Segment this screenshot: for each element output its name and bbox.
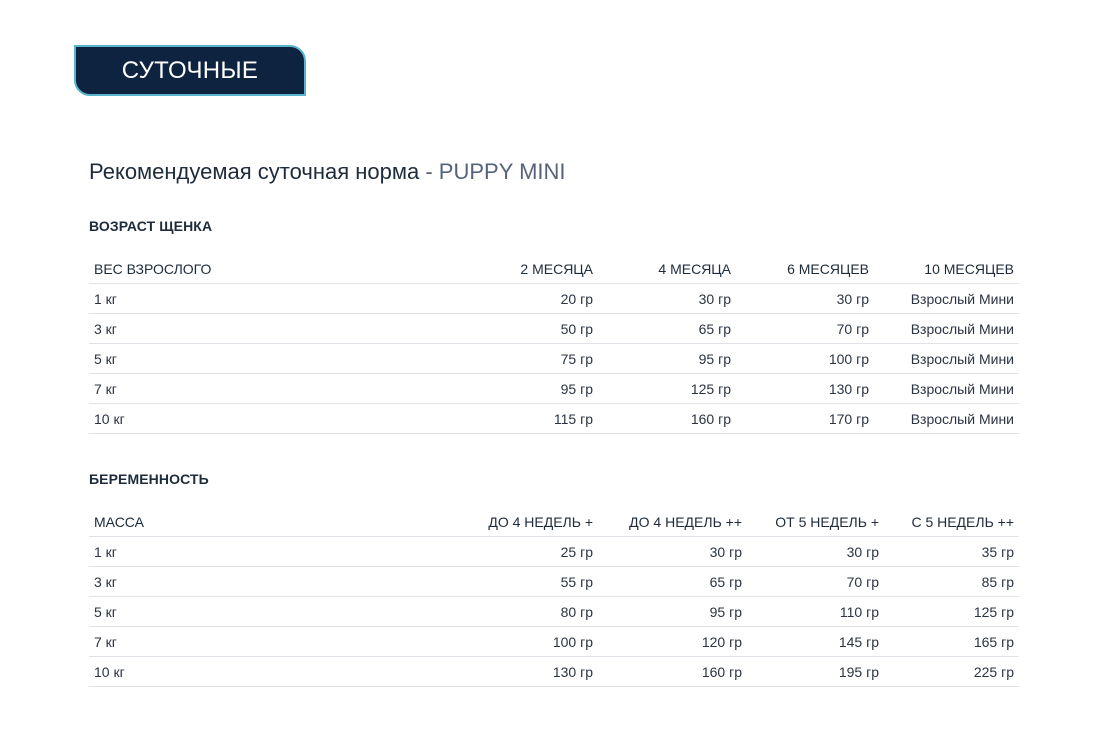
table-cell: 120 гр [598, 626, 747, 657]
column-header: 10 МЕСЯЦЕВ [874, 255, 1019, 284]
table-cell: 7 кг [89, 373, 379, 404]
table-header-row: МАССА ДО 4 НЕДЕЛЬ + ДО 4 НЕДЕЛЬ ++ ОТ 5 … [89, 508, 1019, 537]
table-cell: 65 гр [598, 566, 747, 597]
table-cell: 125 гр [598, 373, 736, 404]
table-cell: 80 гр [379, 596, 598, 627]
column-header: 4 МЕСЯЦА [598, 255, 736, 284]
column-header: 6 МЕСЯЦЕВ [736, 255, 874, 284]
table-row: 10 кг 115 гр 160 гр 170 гр Взрослый Мини [89, 403, 1019, 434]
page-title: Рекомендуемая суточная норма - PUPPY MIN… [89, 159, 566, 185]
table-cell: 35 гр [884, 536, 1019, 567]
table-cell: 50 гр [379, 313, 598, 344]
table-cell: 70 гр [747, 566, 884, 597]
table-cell: 160 гр [598, 403, 736, 434]
table-cell: 3 кг [89, 313, 379, 344]
table-cell: Взрослый Мини [874, 313, 1019, 344]
pregnancy-table: МАССА ДО 4 НЕДЕЛЬ + ДО 4 НЕДЕЛЬ ++ ОТ 5 … [89, 508, 1019, 687]
table-cell: 165 гр [884, 626, 1019, 657]
table-cell: Взрослый Мини [874, 403, 1019, 434]
table-cell: 3 кг [89, 566, 379, 597]
table-row: 1 кг 25 гр 30 гр 30 гр 35 гр [89, 536, 1019, 567]
column-header: ВЕС ВЗРОСЛОГО [89, 255, 379, 284]
table-cell: 55 гр [379, 566, 598, 597]
daily-tab[interactable]: СУТОЧНЫЕ [74, 45, 306, 96]
column-header: ДО 4 НЕДЕЛЬ ++ [598, 508, 747, 537]
table-cell: 110 гр [747, 596, 884, 627]
daily-tab-label: СУТОЧНЫЕ [121, 56, 259, 84]
table-cell: 10 кг [89, 656, 379, 687]
table-row: 3 кг 50 гр 65 гр 70 гр Взрослый Мини [89, 313, 1019, 344]
page-title-separator: - [419, 159, 439, 184]
table-cell: 195 гр [747, 656, 884, 687]
table-cell: 10 кг [89, 403, 379, 434]
table-cell: 100 гр [379, 626, 598, 657]
page-title-main: Рекомендуемая суточная норма [89, 159, 420, 184]
column-header: С 5 НЕДЕЛЬ ++ [884, 508, 1019, 537]
table-row: 1 кг 20 гр 30 гр 30 гр Взрослый Мини [89, 283, 1019, 314]
table-cell: 95 гр [379, 373, 598, 404]
table-cell: 130 гр [379, 656, 598, 687]
column-header: МАССА [89, 508, 379, 537]
table-row: 3 кг 55 гр 65 гр 70 гр 85 гр [89, 566, 1019, 597]
table-cell: 25 гр [379, 536, 598, 567]
table-cell: 70 гр [736, 313, 874, 344]
table-cell: 95 гр [598, 596, 747, 627]
table-cell: 85 гр [884, 566, 1019, 597]
table-cell: Взрослый Мини [874, 373, 1019, 404]
table-cell: 5 кг [89, 343, 379, 374]
pregnancy-section-title: БЕРЕМЕННОСТЬ [89, 471, 209, 487]
puppy-age-section-title: ВОЗРАСТ ЩЕНКА [89, 218, 213, 234]
table-row: 7 кг 95 гр 125 гр 130 гр Взрослый Мини [89, 373, 1019, 404]
table-cell: Взрослый Мини [874, 343, 1019, 374]
table-cell: 115 гр [379, 403, 598, 434]
table-cell: 30 гр [736, 283, 874, 314]
table-cell: 1 кг [89, 536, 379, 567]
table-cell: 95 гр [598, 343, 736, 374]
table-cell: 100 гр [736, 343, 874, 374]
table-header-row: ВЕС ВЗРОСЛОГО 2 МЕСЯЦА 4 МЕСЯЦА 6 МЕСЯЦЕ… [89, 255, 1019, 284]
table-cell: 145 гр [747, 626, 884, 657]
table-cell: 30 гр [747, 536, 884, 567]
column-header: ДО 4 НЕДЕЛЬ + [379, 508, 598, 537]
table-cell: 170 гр [736, 403, 874, 434]
table-cell: 30 гр [598, 536, 747, 567]
table-row: 7 кг 100 гр 120 гр 145 гр 165 гр [89, 626, 1019, 657]
table-cell: 20 гр [379, 283, 598, 314]
table-cell: 7 кг [89, 626, 379, 657]
table-cell: 5 кг [89, 596, 379, 627]
table-cell: 160 гр [598, 656, 747, 687]
column-header: ОТ 5 НЕДЕЛЬ + [747, 508, 884, 537]
table-cell: 65 гр [598, 313, 736, 344]
table-cell: 75 гр [379, 343, 598, 374]
puppy-age-table: ВЕС ВЗРОСЛОГО 2 МЕСЯЦА 4 МЕСЯЦА 6 МЕСЯЦЕ… [89, 255, 1019, 434]
table-row: 5 кг 80 гр 95 гр 110 гр 125 гр [89, 596, 1019, 627]
table-cell: 225 гр [884, 656, 1019, 687]
table-row: 5 кг 75 гр 95 гр 100 гр Взрослый Мини [89, 343, 1019, 374]
table-cell: 125 гр [884, 596, 1019, 627]
table-cell: 30 гр [598, 283, 736, 314]
table-cell: Взрослый Мини [874, 283, 1019, 314]
page-title-product: PUPPY MINI [438, 159, 566, 184]
table-cell: 1 кг [89, 283, 379, 314]
column-header: 2 МЕСЯЦА [379, 255, 598, 284]
table-cell: 130 гр [736, 373, 874, 404]
table-row: 10 кг 130 гр 160 гр 195 гр 225 гр [89, 656, 1019, 687]
